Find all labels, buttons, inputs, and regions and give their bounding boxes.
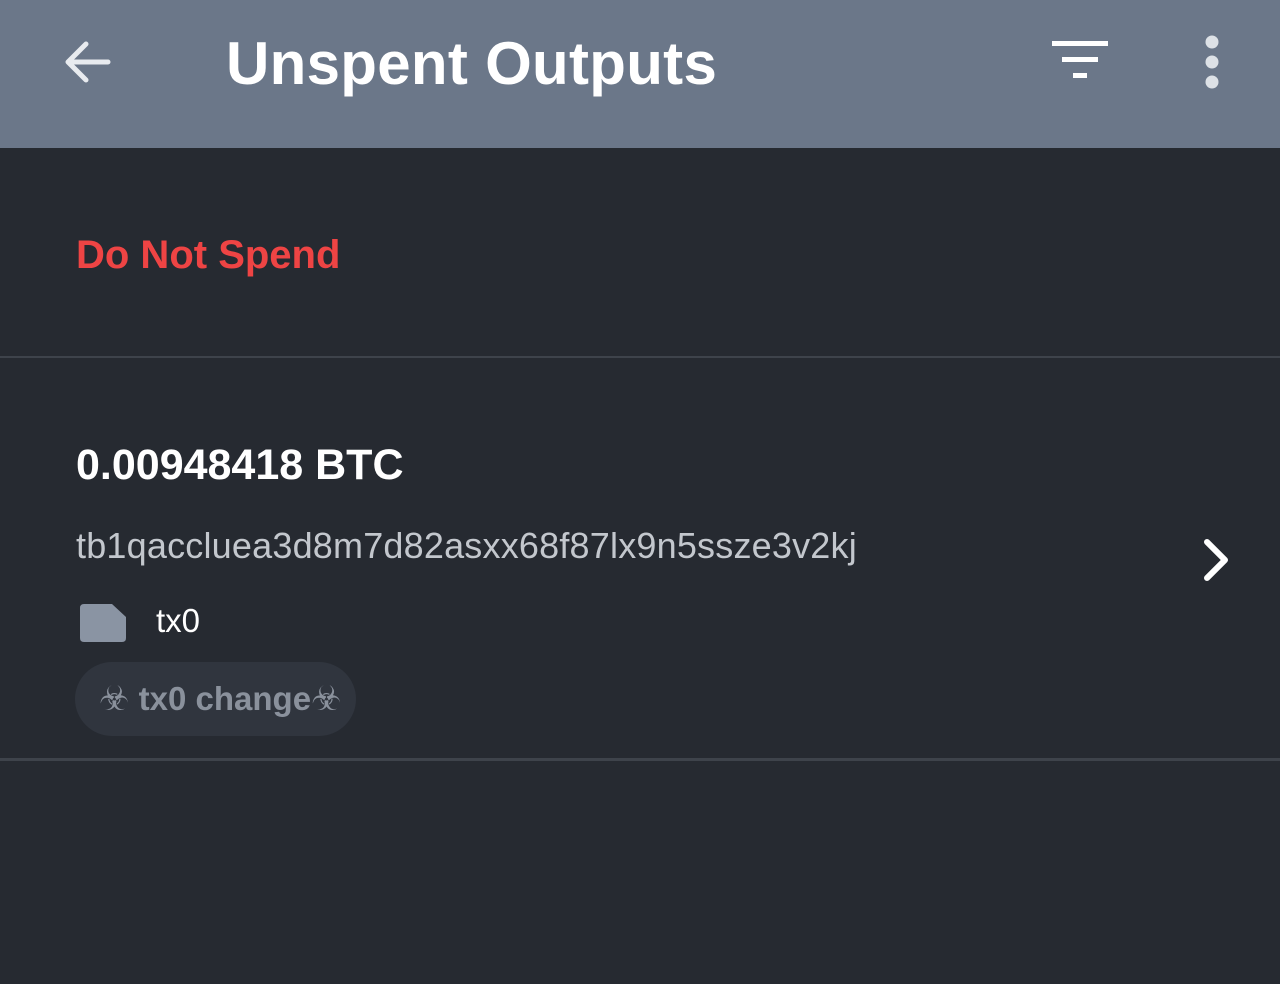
section-divider (0, 356, 1280, 358)
utxo-amount: 0.00948418 BTC (76, 441, 404, 489)
page-title: Unspent Outputs (226, 30, 718, 97)
biohazard-icon: ☣ (99, 680, 130, 718)
app-screen: Unspent Outputs Do Not Spend 0.00948418 … (0, 0, 1280, 984)
list-divider (0, 758, 1280, 761)
utxo-address: tb1qaccluea3d8m7d82asxx68f87lx9n5ssze3v2… (76, 525, 857, 566)
label-tag-icon (80, 604, 126, 642)
utxo-tag-chip: ☣ tx0 change ☣ (75, 662, 356, 736)
back-button[interactable] (56, 30, 120, 94)
utxo-list-item[interactable]: 0.00948418 BTC tb1qaccluea3d8m7d82asxx68… (0, 360, 1280, 758)
filter-button[interactable] (1046, 32, 1114, 88)
filter-icon (1052, 41, 1108, 78)
chip-label: tx0 change (129, 680, 312, 717)
chevron-right-icon[interactable] (1196, 536, 1236, 584)
top-app-bar: Unspent Outputs (0, 0, 1280, 148)
more-options-button[interactable] (1186, 30, 1238, 94)
arrow-left-icon (65, 41, 111, 83)
section-title-do-not-spend: Do Not Spend (76, 233, 341, 277)
biohazard-icon: ☣ (311, 680, 342, 718)
more-vert-icon (1205, 35, 1219, 89)
utxo-label: tx0 (156, 602, 201, 639)
